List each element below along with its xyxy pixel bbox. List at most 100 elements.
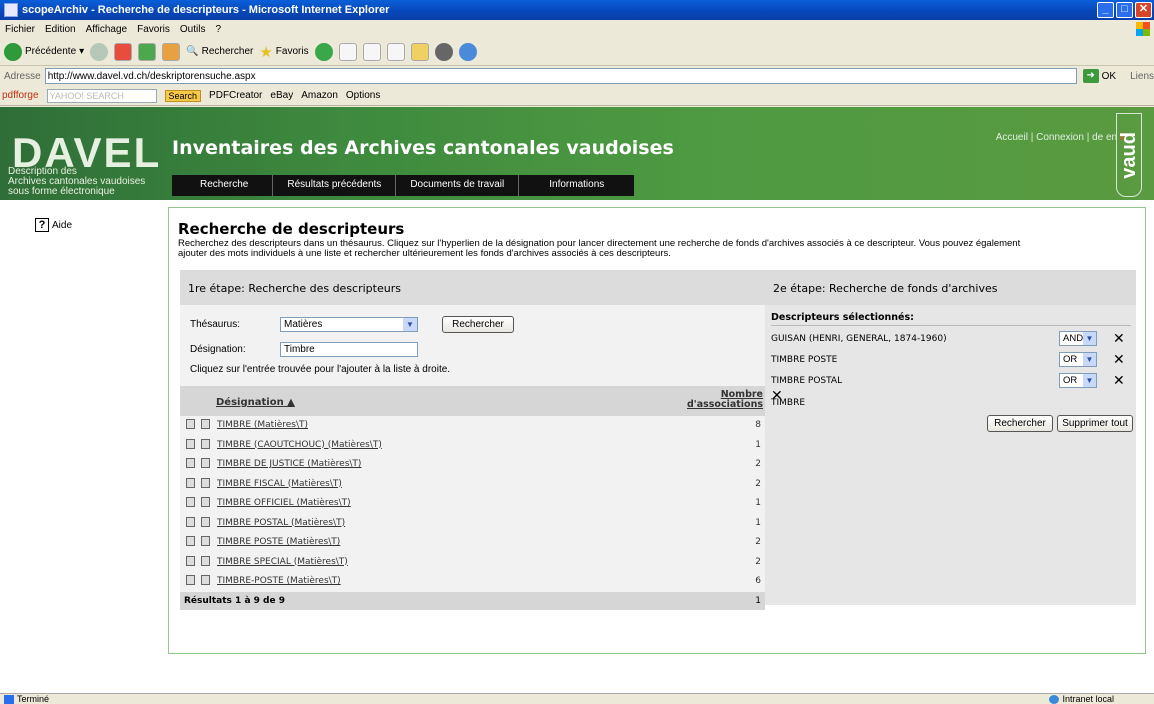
globe-icon (1049, 694, 1060, 704)
back-button[interactable]: Précédente ▾ (4, 42, 84, 61)
search-descriptor-icon[interactable] (186, 477, 195, 488)
designation-column-header[interactable]: Désignation ▲ (216, 397, 295, 408)
go-button[interactable]: ➜ OK (1082, 69, 1116, 83)
descriptor-link[interactable]: TIMBRE SPECIAL (Matières\T) (217, 557, 348, 567)
search-descriptor-icon[interactable] (186, 516, 195, 527)
step1-search-button[interactable]: Rechercher (442, 316, 514, 333)
association-count: 1 (755, 498, 761, 508)
maximize-button[interactable]: □ (1116, 2, 1133, 18)
pdfforge-link[interactable]: pdfforge (2, 90, 39, 101)
history-button[interactable] (314, 42, 333, 61)
search-descriptor-icon[interactable] (186, 536, 195, 546)
links-label[interactable]: Liens (1130, 71, 1154, 82)
web-page: DAVEL Description des Archives cantonale… (0, 107, 1154, 693)
search-descriptor-icon[interactable] (186, 419, 195, 429)
menu-favoris[interactable]: Favoris (132, 24, 175, 35)
selected-descriptors-heading: Descripteurs sélectionnés: (771, 312, 1131, 326)
descriptor-link[interactable]: TIMBRE DE JUSTICE (Matières\T) (217, 459, 361, 469)
descriptor-link[interactable]: TIMBRE POSTE (Matières\T) (217, 537, 340, 547)
menu-outils[interactable]: Outils (175, 24, 211, 35)
research-button[interactable] (434, 42, 453, 61)
nav-recherche[interactable]: Recherche (172, 175, 274, 196)
add-to-list-icon[interactable] (201, 458, 210, 468)
operator-value: OR (1063, 354, 1078, 365)
remove-descriptor-icon[interactable]: ✕ (1113, 352, 1125, 366)
print-button[interactable] (362, 42, 381, 61)
count-column-header[interactable]: Nombre d'associations (687, 390, 763, 410)
page-number[interactable]: 1 (755, 596, 761, 606)
aide-link[interactable]: ? Aide (35, 218, 72, 232)
menu-fichier[interactable]: Fichier (0, 24, 40, 35)
home-button[interactable] (162, 42, 181, 61)
thesaurus-select[interactable]: Matières ▼ (280, 317, 418, 332)
descriptor-link[interactable]: TIMBRE (Matières\T) (217, 420, 308, 430)
search-descriptor-icon[interactable] (186, 575, 195, 585)
accueil-link[interactable]: Accueil (996, 132, 1028, 143)
stop-button[interactable] (114, 42, 133, 61)
nav-resultats-precedents[interactable]: Résultats précédents (273, 175, 397, 196)
add-to-list-icon[interactable] (201, 555, 210, 566)
search-descriptor-icon[interactable] (186, 458, 195, 468)
address-input[interactable]: http://www.davel.vd.ch/deskriptorensuche… (44, 68, 1077, 84)
canton-vaud-logo[interactable]: vaud (1116, 113, 1142, 197)
thesaurus-row: Thésaurus: Matières ▼ Rechercher (190, 316, 514, 333)
favorites-button[interactable]: ★ Favoris (259, 43, 308, 61)
step2-search-button[interactable]: Rechercher (987, 415, 1053, 432)
search-descriptor-icon[interactable] (186, 555, 195, 566)
mail-button[interactable] (338, 42, 357, 61)
forward-button[interactable] (90, 42, 109, 61)
browser-toolbar: Précédente ▾ 🔍 Rechercher ★ Favoris (0, 38, 1154, 66)
refresh-button[interactable] (138, 42, 157, 61)
connexion-link[interactable]: Connexion (1036, 132, 1084, 143)
step1-panel: 1re étape: Recherche des descripteurs Th… (180, 270, 765, 610)
help-icon: ? (35, 218, 49, 232)
minimize-button[interactable]: _ (1097, 2, 1114, 18)
add-to-list-icon[interactable] (201, 438, 210, 449)
menu-help[interactable]: ? (210, 24, 226, 35)
operator-select[interactable]: OR ▼ (1059, 373, 1097, 388)
add-to-list-icon[interactable] (201, 575, 210, 585)
association-count: 1 (755, 517, 761, 528)
status-bar: Terminé Intranet local (0, 693, 1154, 704)
descriptor-name: TIMBRE POSTE (771, 355, 838, 365)
pdfcreator-link[interactable]: PDFCreator (209, 90, 262, 101)
add-to-list-icon[interactable] (201, 516, 210, 527)
search-descriptor-icon[interactable] (186, 438, 195, 449)
remove-descriptor-icon[interactable]: ✕ (771, 388, 783, 402)
folder-button[interactable] (410, 42, 429, 61)
nav-informations[interactable]: Informations (519, 175, 634, 196)
designation-label: Désignation: (190, 344, 246, 355)
descriptor-link[interactable]: TIMBRE-POSTE (Matières\T) (217, 576, 341, 586)
operator-select[interactable]: OR ▼ (1059, 352, 1097, 367)
menu-edition[interactable]: Edition (40, 24, 81, 35)
add-to-list-icon[interactable] (201, 419, 210, 429)
search-button[interactable]: 🔍 Rechercher (186, 46, 253, 57)
table-row: TIMBRE OFFICIEL (Matières\T) 1 (180, 494, 765, 514)
word-button[interactable] (386, 42, 405, 61)
descriptor-link[interactable]: TIMBRE FISCAL (Matières\T) (217, 479, 342, 489)
menu-affichage[interactable]: Affichage (81, 24, 133, 35)
ebay-link[interactable]: eBay (270, 90, 293, 101)
nav-documents-de-travail[interactable]: Documents de travail (396, 175, 520, 196)
yahoo-search-input[interactable]: YAHOO! SEARCH (46, 88, 157, 103)
descriptor-link[interactable]: TIMBRE (CAOUTCHOUC) (Matières\T) (217, 440, 382, 450)
amazon-link[interactable]: Amazon (301, 90, 338, 101)
options-link[interactable]: Options (346, 90, 380, 101)
operator-select[interactable]: AND ▼ (1059, 331, 1097, 346)
descriptor-link[interactable]: TIMBRE POSTAL (Matières\T) (217, 518, 345, 528)
lang-de-link[interactable]: de (1092, 132, 1103, 143)
add-to-list-icon[interactable] (201, 536, 210, 546)
search-descriptor-icon[interactable] (186, 497, 195, 507)
remove-descriptor-icon[interactable]: ✕ (1113, 373, 1125, 387)
table-row: TIMBRE (Matières\T) 8 (180, 416, 765, 436)
designation-input[interactable]: Timbre (280, 342, 418, 357)
add-to-list-icon[interactable] (201, 477, 210, 488)
close-button[interactable]: ✕ (1135, 2, 1152, 18)
clear-all-button[interactable]: Supprimer tout (1057, 415, 1133, 432)
add-to-list-icon[interactable] (201, 497, 210, 507)
descriptor-link[interactable]: TIMBRE OFFICIEL (Matières\T) (217, 498, 351, 508)
remove-descriptor-icon[interactable]: ✕ (1113, 331, 1125, 345)
yahoo-search-button[interactable]: Search (164, 89, 202, 102)
chevron-down-icon: ▼ (1083, 374, 1096, 387)
messenger-button[interactable] (458, 42, 477, 61)
